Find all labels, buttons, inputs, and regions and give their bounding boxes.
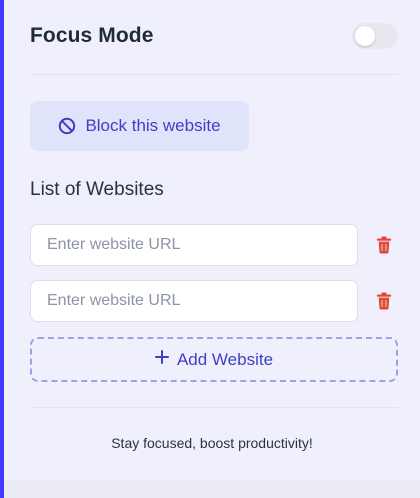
block-website-label: Block this website bbox=[85, 116, 221, 135]
page-title: Focus Mode bbox=[30, 24, 154, 47]
block-icon bbox=[58, 117, 76, 135]
block-website-button[interactable]: Block this website bbox=[30, 101, 249, 151]
website-row bbox=[30, 279, 398, 323]
header-divider bbox=[30, 74, 398, 75]
add-website-button[interactable]: Add Website bbox=[30, 337, 398, 382]
footer-divider bbox=[30, 407, 398, 408]
plus-icon bbox=[154, 350, 169, 369]
header: Focus Mode bbox=[30, 18, 398, 54]
website-url-input[interactable] bbox=[30, 224, 358, 266]
delete-website-icon[interactable] bbox=[375, 235, 393, 255]
bottom-strip bbox=[4, 480, 420, 498]
left-accent-bar bbox=[0, 0, 4, 498]
focus-mode-toggle[interactable] bbox=[352, 23, 398, 49]
footer-tagline: Stay focused, boost productivity! bbox=[111, 435, 313, 451]
toggle-knob bbox=[355, 26, 375, 46]
website-url-input[interactable] bbox=[30, 280, 358, 322]
add-website-label: Add Website bbox=[176, 349, 274, 369]
delete-website-icon[interactable] bbox=[375, 291, 393, 311]
website-row bbox=[30, 223, 398, 267]
websites-section-title: List of Websites bbox=[30, 179, 164, 200]
focus-mode-panel: Focus Mode Block this website List of We… bbox=[0, 0, 420, 498]
